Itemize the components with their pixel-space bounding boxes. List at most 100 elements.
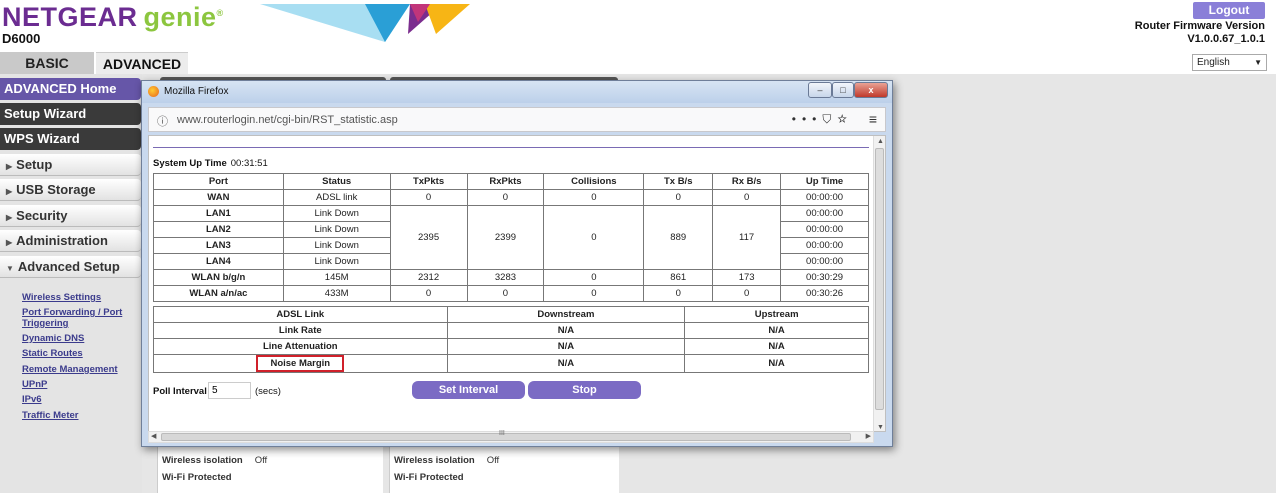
rxbs-cell: 173 [712, 269, 782, 286]
txbs-cell: 889 [643, 205, 714, 270]
background-panel: Wireless isolation Off Wi-Fi Protected [157, 446, 383, 493]
status-cell: Link Down [282, 221, 391, 238]
status-cell: 433M [282, 285, 391, 302]
port-cell: WAN [153, 189, 284, 206]
pocket-icon[interactable]: ⛉ [822, 112, 837, 126]
url-bar[interactable]: ⓘ www.routerlogin.net/cgi-bin/RST_statis… [148, 107, 886, 132]
table-row: Link Rate N/A N/A [153, 322, 869, 339]
wireless-isolation-row: Wireless isolation Off [162, 455, 268, 466]
stop-button[interactable]: Stop [528, 381, 641, 399]
sidebar-item-setup[interactable]: ▶ Setup [0, 154, 141, 176]
divider [153, 147, 869, 148]
txpkts-cell: 0 [389, 189, 468, 206]
window-titlebar[interactable]: Mozilla Firefox – □ x [142, 81, 892, 103]
collisions-cell: 0 [543, 189, 645, 206]
row-label-cell: Noise Margin [153, 354, 448, 373]
rxbs-cell: 0 [712, 189, 782, 206]
sublink-remote-management[interactable]: Remote Management [22, 364, 118, 375]
firefox-window: Mozilla Firefox – □ x ⓘ www.routerlogin.… [141, 80, 893, 447]
firefox-icon [148, 86, 159, 97]
scrollbar-thumb[interactable] [161, 433, 851, 441]
scrollbar-thumb[interactable] [875, 148, 884, 410]
more-icon[interactable]: ••• [792, 112, 823, 126]
row-label: Link Rate [153, 322, 448, 339]
sublink-static-routes[interactable]: Static Routes [22, 348, 83, 359]
background-panel: Wireless isolation Off Wi-Fi Protected [389, 446, 619, 493]
url-text[interactable]: www.routerlogin.net/cgi-bin/RST_statisti… [177, 114, 398, 126]
column-header: Tx B/s [643, 173, 714, 190]
table-row: Noise Margin N/A N/A [153, 354, 869, 373]
txbs-cell: 861 [643, 269, 714, 286]
scroll-right-icon[interactable]: ▶ [866, 432, 871, 440]
table-row: Line Attenuation N/A N/A [153, 338, 869, 355]
uptime-cell: 00:00:00 [780, 253, 869, 270]
chevron-down-icon: ▼ [1254, 58, 1262, 67]
bookmark-star-icon[interactable]: ☆ [837, 112, 853, 126]
sublink-port-triggering[interactable]: Triggering [22, 318, 68, 329]
maximize-button[interactable]: □ [832, 82, 854, 98]
table-row: WLAN b/g/n 145M 2312 3283 0 861 173 00:3… [153, 269, 869, 286]
noise-margin-highlight: Noise Margin [256, 355, 345, 372]
column-header: ADSL Link [153, 306, 448, 323]
upstream-cell: N/A [684, 322, 869, 339]
horizontal-scrollbar[interactable]: ◀ III ▶ [148, 430, 874, 443]
firmware-label: Router Firmware Version [1134, 20, 1265, 32]
system-uptime: System Up Time 00:31:51 [153, 158, 268, 169]
tab-basic[interactable]: BASIC [0, 52, 94, 74]
sublink-port-forwarding[interactable]: Port Forwarding / Port [22, 307, 122, 318]
brand-name: NETGEAR [2, 2, 138, 32]
close-button[interactable]: x [854, 82, 888, 98]
page-actions: •••⛉☆ [792, 112, 853, 127]
sublink-upnp[interactable]: UPnP [22, 379, 47, 390]
sidebar-item-security[interactable]: ▶ Security [0, 205, 141, 227]
sidebar-item-setup-wizard[interactable]: Setup Wizard [0, 103, 141, 125]
hamburger-menu-icon[interactable]: ≡ [869, 111, 877, 127]
logout-button[interactable]: Logout [1193, 2, 1265, 19]
scroll-up-icon[interactable]: ▲ [877, 138, 884, 145]
sidebar-item-wps-wizard[interactable]: WPS Wizard [0, 128, 141, 150]
port-cell: WLAN b/g/n [153, 269, 284, 286]
sidebar-item-administration[interactable]: ▶ Administration [0, 230, 141, 252]
port-cell: LAN2 [153, 221, 284, 238]
port-cell: LAN3 [153, 237, 284, 254]
sublink-traffic-meter[interactable]: Traffic Meter [22, 410, 79, 421]
txpkts-cell: 2395 [389, 205, 468, 270]
language-select[interactable]: English ▼ [1192, 54, 1267, 71]
vertical-scrollbar[interactable]: ▲ ▼ [873, 136, 885, 431]
wifi-protected-row: Wi-Fi Protected [162, 472, 232, 483]
uptime-cell: 00:30:26 [780, 285, 869, 302]
sidebar-item-usb-storage[interactable]: ▶ USB Storage [0, 179, 141, 201]
scroll-left-icon[interactable]: ◀ [151, 432, 156, 440]
rxpkts-cell: 2399 [466, 205, 545, 270]
port-cell: LAN1 [153, 205, 284, 222]
header: NETGEAR genie® D6000 Logout Router Firmwa… [0, 0, 1276, 74]
column-header: TxPkts [389, 173, 468, 190]
caret-right-icon: ▶ [6, 187, 13, 196]
info-icon[interactable]: ⓘ [157, 113, 168, 129]
table-row: WAN ADSL link 0 0 0 0 0 00:00:00 [153, 189, 869, 206]
sublink-dynamic-dns[interactable]: Dynamic DNS [22, 333, 84, 344]
set-interval-button[interactable]: Set Interval [412, 381, 525, 399]
collisions-cell: 0 [543, 285, 645, 302]
sublink-ipv6[interactable]: IPv6 [22, 394, 42, 405]
caret-right-icon: ▶ [6, 238, 13, 247]
column-header: Downstream [446, 306, 686, 323]
sidebar-item-advanced-home[interactable]: ADVANCED Home [0, 78, 141, 100]
txpkts-cell: 2312 [389, 269, 468, 286]
scroll-down-icon[interactable]: ▼ [877, 424, 884, 431]
poll-interval-input[interactable] [208, 382, 251, 399]
column-header: Rx B/s [712, 173, 782, 190]
adsl-table: ADSL Link Downstream Upstream Link Rate … [153, 306, 869, 373]
txpkts-cell: 0 [389, 285, 468, 302]
sublink-wireless-settings[interactable]: Wireless Settings [22, 292, 101, 303]
upstream-cell: N/A [684, 354, 869, 373]
minimize-button[interactable]: – [808, 82, 832, 98]
sidebar-item-advanced-setup[interactable]: ▼ Advanced Setup [0, 256, 141, 278]
sidebar-item-label: Advanced Setup [17, 259, 120, 274]
status-cell: Link Down [282, 205, 391, 222]
router-model: D6000 [2, 31, 41, 46]
table-header-row: Port Status TxPkts RxPkts Collisions Tx … [153, 173, 869, 190]
sidebar-item-label: Security [16, 208, 68, 223]
tab-advanced[interactable]: ADVANCED [96, 52, 188, 74]
rxpkts-cell: 3283 [466, 269, 545, 286]
